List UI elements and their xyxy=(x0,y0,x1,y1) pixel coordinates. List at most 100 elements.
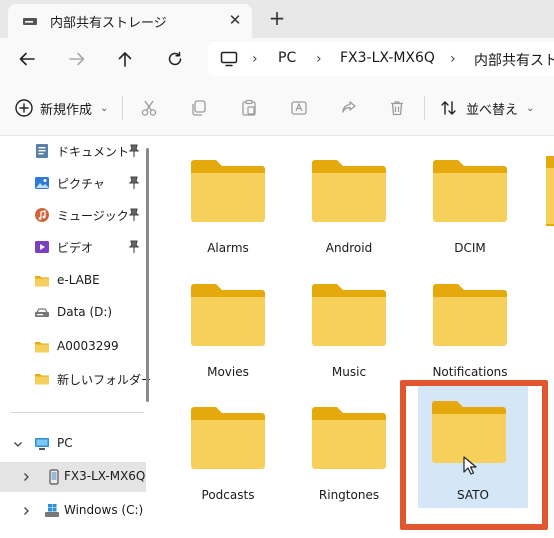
folder-icon xyxy=(35,276,49,287)
folder-item[interactable]: Alarms xyxy=(169,141,287,263)
breadcrumb-storage[interactable]: 内部共有スト xyxy=(474,50,554,70)
folder-item[interactable]: Notifications xyxy=(411,265,529,387)
sidebar-scrollbar[interactable] xyxy=(146,148,149,402)
toolbar-divider xyxy=(122,96,123,120)
share-icon[interactable] xyxy=(338,97,360,119)
folder-item[interactable]: Android xyxy=(290,141,408,263)
folder-icon xyxy=(546,156,554,226)
sidebar-item-data-drive[interactable]: Data (D:) xyxy=(0,298,146,328)
monitor-icon xyxy=(220,51,238,67)
folder-icon xyxy=(312,284,386,346)
folder-item[interactable]: Movies xyxy=(169,265,287,387)
folder-icon xyxy=(312,160,386,222)
sidebar-item-label: ドキュメント xyxy=(57,145,130,159)
sort-arrows-icon xyxy=(441,101,456,115)
pictures-icon xyxy=(35,177,49,189)
music-icon xyxy=(35,208,49,222)
toolbar-divider xyxy=(424,96,425,120)
sidebar-item-label: ビデオ xyxy=(57,241,94,255)
folder-icon xyxy=(191,284,265,346)
chevron-down-icon: ⌄ xyxy=(526,102,535,114)
new-button[interactable]: 新規作成 ⌄ xyxy=(14,96,108,120)
sidebar-item-documents[interactable]: ドキュメント xyxy=(0,136,146,166)
sidebar-item-new-folder[interactable]: 新しいフォルダー xyxy=(0,364,153,394)
folder-icon xyxy=(191,407,265,469)
pc-icon xyxy=(35,438,49,450)
breadcrumb-separator: › xyxy=(316,51,322,67)
folder-label: Notifications xyxy=(432,365,508,379)
highlight-annotation xyxy=(400,380,548,530)
breadcrumb-separator: › xyxy=(450,51,456,67)
windows-drive-icon xyxy=(45,504,59,517)
up-arrow-icon[interactable] xyxy=(112,46,138,72)
rename-icon[interactable] xyxy=(288,97,310,119)
folder-icon xyxy=(312,407,386,469)
copy-icon[interactable] xyxy=(188,97,210,119)
sidebar-item-music[interactable]: ミュージック xyxy=(0,200,146,230)
navigation-pane: ドキュメント ピクチャ ミュージック ビデオ e-LABE Data (D:) … xyxy=(0,136,153,538)
videos-icon xyxy=(35,241,49,253)
tab-title: 内部共有ストレージ xyxy=(50,16,167,31)
refresh-icon[interactable] xyxy=(162,46,188,72)
folder-item[interactable]: DCIM xyxy=(411,141,529,263)
folder-label: Movies xyxy=(207,365,249,379)
folder-label: DCIM xyxy=(454,241,486,255)
breadcrumb-device[interactable]: FX3-LX-MX6Q xyxy=(340,50,435,66)
new-tab-icon[interactable]: + xyxy=(266,7,288,29)
title-bar: 内部共有ストレージ ✕ + xyxy=(0,0,554,38)
pin-icon xyxy=(128,144,140,157)
sidebar-item-videos[interactable]: ビデオ xyxy=(0,232,146,262)
plus-circle-icon xyxy=(15,99,33,117)
sidebar-item-windows-c[interactable]: Windows (C:) xyxy=(0,496,146,526)
folder-icon xyxy=(35,342,49,353)
sidebar-item-label: Data (D:) xyxy=(57,305,113,319)
pin-icon xyxy=(128,240,140,253)
sidebar-item-label: A0003299 xyxy=(57,339,119,353)
folder-icon xyxy=(433,160,507,222)
cut-icon[interactable] xyxy=(138,97,160,119)
navigation-bar: › PC › FX3-LX-MX6Q › 内部共有スト xyxy=(0,38,554,80)
chevron-right-icon[interactable] xyxy=(20,505,32,517)
mouse-cursor-icon xyxy=(463,456,477,475)
delete-icon[interactable] xyxy=(386,97,408,119)
sidebar-item-label: FX3-LX-MX6Q xyxy=(64,469,146,483)
folder-label: Podcasts xyxy=(201,488,255,502)
breadcrumb-pc[interactable]: PC xyxy=(278,50,296,66)
folder-item[interactable]: Music xyxy=(290,265,408,387)
sidebar-item-pictures[interactable]: ピクチャ xyxy=(0,168,146,198)
sidebar-item-pc[interactable]: PC xyxy=(0,429,146,459)
folder-icon xyxy=(35,374,49,385)
sort-button-label: 並べ替え xyxy=(466,102,519,118)
command-bar: 新規作成 ⌄ 並べ替え ⌄ xyxy=(0,80,554,136)
sidebar-item-label: ピクチャ xyxy=(57,177,105,191)
pin-icon xyxy=(128,176,140,189)
address-bar[interactable]: › PC › FX3-LX-MX6Q › 内部共有スト xyxy=(208,42,554,76)
folder-label: Alarms xyxy=(207,241,249,255)
folder-item[interactable]: Podcasts xyxy=(169,388,287,510)
sidebar-item-label: PC xyxy=(57,436,73,450)
folder-icon xyxy=(433,284,507,346)
sidebar-divider xyxy=(10,412,144,413)
chevron-right-icon[interactable] xyxy=(20,471,32,483)
paste-icon[interactable] xyxy=(238,97,260,119)
breadcrumb-separator: › xyxy=(252,51,258,67)
forward-arrow-icon[interactable] xyxy=(64,46,90,72)
chevron-down-icon[interactable] xyxy=(12,438,24,450)
sidebar-item-fx3-lx-mx6q[interactable]: FX3-LX-MX6Q xyxy=(0,462,146,492)
folder-item[interactable]: Ringtones xyxy=(290,388,408,510)
folder-label: Ringtones xyxy=(318,488,380,502)
chevron-down-icon: ⌄ xyxy=(100,102,109,114)
close-tab-icon[interactable]: ✕ xyxy=(226,11,244,29)
sidebar-item-a0003299[interactable]: A0003299 xyxy=(0,332,146,362)
active-tab[interactable]: 内部共有ストレージ ✕ xyxy=(8,4,252,38)
device-icon xyxy=(49,469,59,485)
sort-button[interactable]: 並べ替え ⌄ xyxy=(440,96,534,120)
back-arrow-icon[interactable] xyxy=(14,46,40,72)
folder-label: Music xyxy=(331,365,367,379)
pin-icon xyxy=(128,208,140,221)
folder-icon xyxy=(191,160,265,222)
documents-icon xyxy=(36,144,48,158)
sidebar-item-label: e-LABE xyxy=(57,273,100,287)
folder-label: Android xyxy=(325,241,373,255)
sidebar-item-e-labe[interactable]: e-LABE xyxy=(0,266,146,296)
